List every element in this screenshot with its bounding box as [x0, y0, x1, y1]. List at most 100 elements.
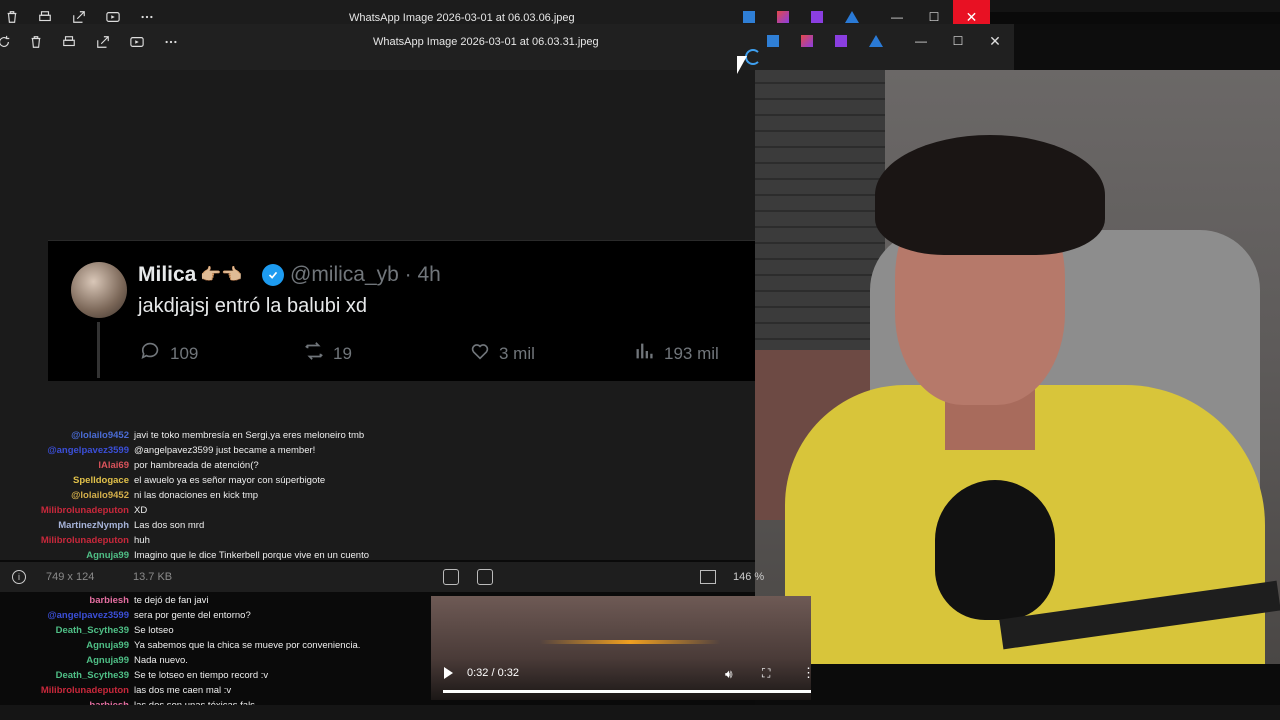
close-icon: ✕: [965, 8, 978, 25]
delete-icon[interactable]: [4, 9, 20, 25]
chat-text: el awuelo ya es señor mayor con súperbig…: [134, 475, 326, 486]
background-area: [1014, 24, 1280, 70]
chat-text: @angelpavez3599 just became a member!: [134, 445, 316, 456]
maximize-icon[interactable]: ☐: [950, 33, 966, 49]
chat-username[interactable]: Milibrolunadeputon: [41, 535, 129, 546]
fullscreen-icon[interactable]: [700, 570, 716, 584]
chat-username[interactable]: @angelpavez3599: [47, 610, 129, 621]
chat-username[interactable]: Death_Scythe39: [56, 670, 129, 681]
tweet-likes: 3 mil: [469, 340, 535, 367]
front-window-title: WhatsApp Image 2026-03-01 at 06.03.31.jp…: [373, 36, 599, 48]
chat-username[interactable]: Agnuja99: [86, 640, 129, 651]
chat-username[interactable]: lAlai69: [98, 460, 129, 471]
chat-username[interactable]: MartinezNymph: [58, 520, 129, 531]
chat-text: javi te toko membresía en Sergi,ya eres …: [134, 430, 365, 441]
thread-line: [97, 322, 100, 378]
view-count: 193 mil: [664, 343, 719, 363]
app-designer-icon[interactable]: [801, 35, 813, 47]
like-count: 3 mil: [499, 343, 535, 363]
chat-message: Agnuja99 Ya sabemos que la chica se mueve…: [0, 640, 430, 654]
app-tool-icon[interactable]: [767, 35, 779, 47]
tweet-author-emoji: 👉🏼👈🏼: [200, 265, 243, 284]
chat-username[interactable]: Death_Scythe39: [56, 625, 129, 636]
video-glow: [540, 640, 720, 644]
viewer-statusbar: [0, 562, 755, 592]
chat-text: ni las donaciones en kick tmp: [134, 490, 259, 501]
play-icon[interactable]: [444, 667, 453, 679]
chat-message: @angelpavez3599 sera por gente del entorn…: [0, 610, 430, 624]
app-designer-icon[interactable]: [777, 11, 789, 23]
maximize-icon[interactable]: ☐: [926, 9, 942, 25]
chat-message: Death_Scythe39 Se te lotseo en tiempo rec…: [0, 670, 430, 684]
more-options-icon[interactable]: ⋮: [802, 665, 815, 681]
chat-username[interactable]: @angelpavez3599: [47, 445, 129, 456]
microphone: [935, 480, 1055, 620]
taskbar: [0, 705, 1280, 720]
chat-username[interactable]: Milibrolunadeputon: [41, 685, 129, 696]
chat-text: Se lotseo: [134, 625, 174, 636]
chat-username[interactable]: Spelldogace: [73, 475, 129, 486]
chat-text: Las dos son mrd: [134, 520, 205, 531]
print-icon[interactable]: [37, 9, 53, 25]
chat-username[interactable]: @lolailo9452: [71, 490, 129, 501]
chat-username[interactable]: Agnuja99: [86, 655, 129, 666]
app-tool-icon[interactable]: [743, 11, 755, 23]
video-time: 0:32 / 0:32: [467, 667, 519, 679]
chat-message: @lolailo9452 javi te toko membresía en Se…: [0, 430, 430, 444]
reply-icon: [140, 340, 162, 367]
chat-text: Imagino que le dice Tinkerbell porque vi…: [134, 550, 370, 561]
print-icon[interactable]: [61, 34, 77, 50]
app-clipchamp-icon[interactable]: [811, 11, 823, 23]
video-player[interactable]: [431, 596, 811, 700]
chat-message: barbiesh te dejó de fan javi: [0, 595, 430, 609]
verified-badge-icon: [262, 264, 284, 286]
more-icon[interactable]: [163, 34, 179, 50]
delete-icon[interactable]: [28, 34, 44, 50]
slideshow-icon[interactable]: [129, 34, 145, 50]
reply-count: 109: [170, 343, 199, 363]
chat-text: XD: [134, 505, 148, 516]
tweet-views: 193 mil: [634, 340, 719, 367]
fit-icon[interactable]: [443, 569, 459, 585]
image-dimensions: 749 x 124: [46, 571, 95, 583]
chat-message: MartinezNymph Las dos son mrd: [0, 520, 430, 534]
slideshow-icon[interactable]: [105, 9, 121, 25]
chat-username[interactable]: @lolailo9452: [71, 430, 129, 441]
chat-text: las dos me caen mal :v: [134, 685, 232, 696]
share-icon[interactable]: [71, 9, 87, 25]
chat-username[interactable]: barbiesh: [89, 595, 129, 606]
chat-message: Milibrolunadeputon XD: [0, 505, 430, 519]
chat-text: Ya sabemos que la chica se mueve por con…: [134, 640, 361, 651]
background-area: [990, 0, 1280, 12]
chat-text: por hambreada de atención(?: [134, 460, 259, 471]
tweet-text: jakdjajsj entró la balubi xd: [138, 295, 368, 317]
actual-size-icon[interactable]: [477, 569, 493, 585]
streamer-hair: [875, 135, 1105, 255]
chat-message: @lolailo9452 ni las donaciones en kick tm…: [0, 490, 430, 504]
volume-icon[interactable]: 🔊︎: [725, 667, 733, 682]
minimize-icon[interactable]: —: [889, 9, 905, 25]
back-window-title: WhatsApp Image 2026-03-01 at 06.03.06.jp…: [349, 12, 575, 24]
chat-message: Spelldogace el awuelo ya es señor mayor c…: [0, 475, 430, 489]
info-icon[interactable]: i: [12, 570, 26, 584]
tweet-replies: 109: [140, 340, 198, 367]
chat-text: huh: [134, 535, 150, 546]
chat-message: @angelpavez3599 @angelpavez3599 just beca…: [0, 445, 430, 459]
minimize-icon[interactable]: —: [913, 33, 929, 49]
chat-username[interactable]: Milibrolunadeputon: [41, 505, 129, 516]
chat-username[interactable]: Agnuja99: [86, 550, 129, 561]
share-icon[interactable]: [95, 34, 111, 50]
rotate-icon[interactable]: [0, 34, 12, 50]
close-icon[interactable]: ✕: [987, 33, 1003, 49]
zoom-level[interactable]: 146 %: [733, 571, 764, 583]
video-progress-bar[interactable]: [443, 690, 811, 693]
chat-text: sera por gente del entorno?: [134, 610, 251, 621]
loading-spinner-icon: [745, 49, 761, 65]
views-icon: [634, 340, 656, 367]
chat-message: Agnuja99 Nada nuevo.: [0, 655, 430, 669]
mouse-cursor-icon: [737, 56, 747, 74]
fullscreen-icon[interactable]: ⛶: [762, 666, 770, 681]
app-clipchamp-icon[interactable]: [835, 35, 847, 47]
tweet-author-name: Milica: [138, 263, 197, 286]
more-icon[interactable]: [139, 9, 155, 25]
